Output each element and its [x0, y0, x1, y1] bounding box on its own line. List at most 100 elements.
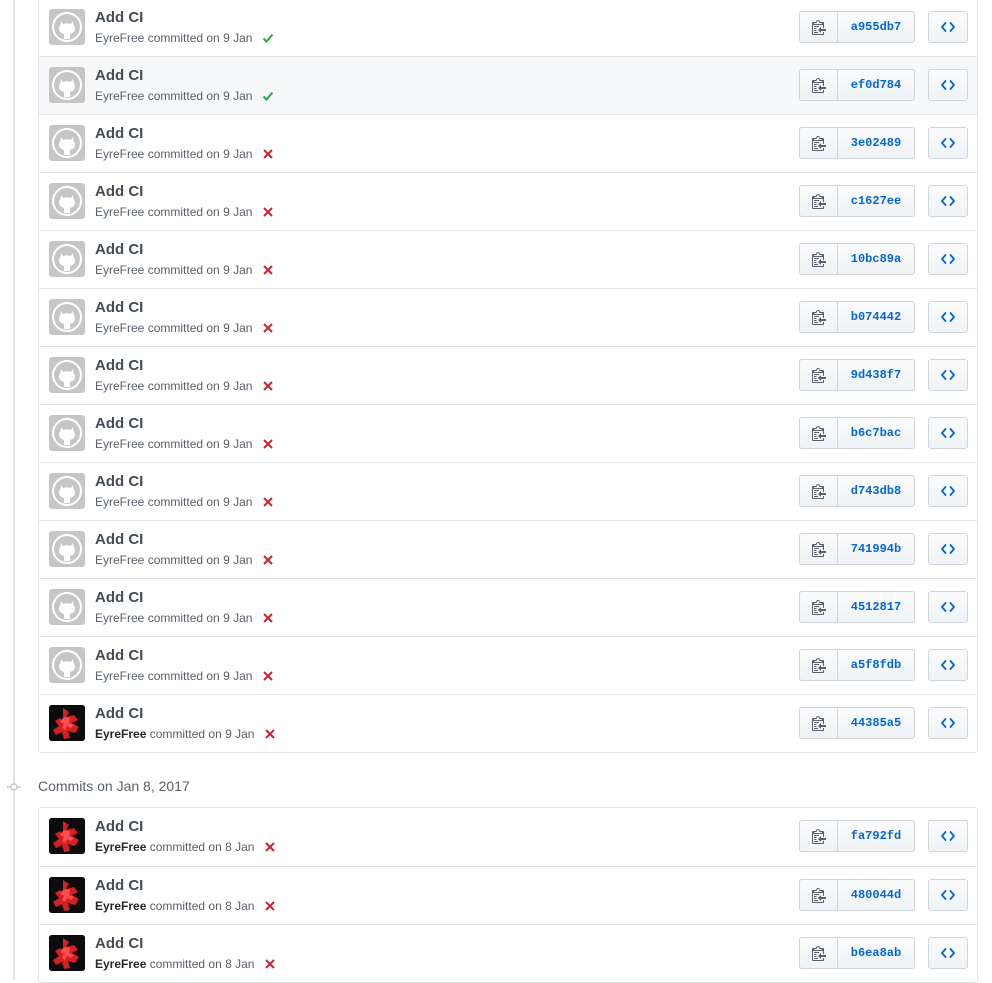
commit-sha-link[interactable]: 9d438f7 [838, 360, 914, 390]
commit-title[interactable]: Add CI [95, 589, 143, 606]
status-icon[interactable] [262, 496, 274, 508]
commit-author[interactable]: EyreFree [95, 205, 144, 219]
copy-sha-button[interactable] [800, 12, 838, 42]
commit-sha-link[interactable]: d743db8 [838, 476, 914, 506]
avatar[interactable] [49, 877, 85, 913]
copy-sha-button[interactable] [800, 302, 838, 332]
commit-sha-link[interactable]: c1627ee [838, 186, 914, 216]
browse-repo-button[interactable] [928, 359, 968, 391]
avatar[interactable] [49, 183, 85, 219]
copy-sha-button[interactable] [800, 821, 838, 851]
browse-repo-button[interactable] [928, 937, 968, 969]
commit-title[interactable]: Add CI [95, 705, 143, 722]
commit-sha-link[interactable]: b6ea8ab [838, 938, 914, 968]
commit-author[interactable]: EyreFree [95, 727, 146, 741]
status-icon[interactable] [264, 841, 276, 853]
status-icon[interactable] [264, 958, 276, 970]
copy-sha-button[interactable] [800, 186, 838, 216]
copy-sha-button[interactable] [800, 708, 838, 738]
commit-title[interactable]: Add CI [95, 415, 143, 432]
commit-sha-link[interactable]: b074442 [838, 302, 914, 332]
commit-sha-link[interactable]: 3e02489 [838, 128, 914, 158]
commit-author[interactable]: EyreFree [95, 840, 146, 854]
commit-sha-link[interactable]: a955db7 [838, 12, 914, 42]
commit-sha-link[interactable]: ef0d784 [838, 70, 914, 100]
commit-title[interactable]: Add CI [95, 877, 143, 894]
commit-sha-link[interactable]: 10bc89a [838, 244, 914, 274]
commit-title[interactable]: Add CI [95, 531, 143, 548]
status-icon[interactable] [264, 728, 276, 740]
avatar[interactable] [49, 705, 85, 741]
browse-repo-button[interactable] [928, 649, 968, 681]
commit-title[interactable]: Add CI [95, 183, 143, 200]
avatar[interactable] [49, 357, 85, 393]
browse-repo-button[interactable] [928, 475, 968, 507]
commit-title[interactable]: Add CI [95, 241, 143, 258]
commit-title[interactable]: Add CI [95, 67, 143, 84]
browse-repo-button[interactable] [928, 69, 968, 101]
commit-author[interactable]: EyreFree [95, 437, 144, 451]
browse-repo-button[interactable] [928, 879, 968, 911]
commit-sha-link[interactable]: fa792fd [838, 821, 914, 851]
status-icon[interactable] [262, 554, 274, 566]
commit-title[interactable]: Add CI [95, 357, 143, 374]
avatar[interactable] [49, 935, 85, 971]
commit-author[interactable]: EyreFree [95, 147, 144, 161]
commit-title[interactable]: Add CI [95, 125, 143, 142]
commit-author[interactable]: EyreFree [95, 379, 144, 393]
avatar[interactable] [49, 415, 85, 451]
avatar[interactable] [49, 241, 85, 277]
copy-sha-button[interactable] [800, 418, 838, 448]
commit-sha-link[interactable]: b6c7bac [838, 418, 914, 448]
commit-title[interactable]: Add CI [95, 647, 143, 664]
status-icon[interactable] [262, 206, 274, 218]
commit-title[interactable]: Add CI [95, 935, 143, 952]
commit-author[interactable]: EyreFree [95, 553, 144, 567]
avatar[interactable] [49, 473, 85, 509]
status-icon[interactable] [262, 670, 274, 682]
commit-sha-link[interactable]: 480044d [838, 880, 914, 910]
browse-repo-button[interactable] [928, 185, 968, 217]
status-icon[interactable] [262, 90, 274, 102]
copy-sha-button[interactable] [800, 244, 838, 274]
avatar[interactable] [49, 818, 85, 854]
commit-author[interactable]: EyreFree [95, 611, 144, 625]
browse-repo-button[interactable] [928, 127, 968, 159]
commit-author[interactable]: EyreFree [95, 495, 144, 509]
copy-sha-button[interactable] [800, 650, 838, 680]
copy-sha-button[interactable] [800, 880, 838, 910]
avatar[interactable] [49, 589, 85, 625]
browse-repo-button[interactable] [928, 820, 968, 852]
avatar[interactable] [49, 647, 85, 683]
commit-author[interactable]: EyreFree [95, 669, 144, 683]
avatar[interactable] [49, 9, 85, 45]
commit-author[interactable]: EyreFree [95, 321, 144, 335]
avatar[interactable] [49, 67, 85, 103]
browse-repo-button[interactable] [928, 11, 968, 43]
status-icon[interactable] [262, 612, 274, 624]
browse-repo-button[interactable] [928, 707, 968, 739]
commit-sha-link[interactable]: 741994b [838, 534, 914, 564]
commit-title[interactable]: Add CI [95, 299, 143, 316]
commit-author[interactable]: EyreFree [95, 263, 144, 277]
copy-sha-button[interactable] [800, 938, 838, 968]
copy-sha-button[interactable] [800, 592, 838, 622]
browse-repo-button[interactable] [928, 301, 968, 333]
status-icon[interactable] [262, 264, 274, 276]
avatar[interactable] [49, 299, 85, 335]
status-icon[interactable] [262, 148, 274, 160]
commit-author[interactable]: EyreFree [95, 31, 144, 45]
browse-repo-button[interactable] [928, 417, 968, 449]
commit-sha-link[interactable]: 44385a5 [838, 708, 914, 738]
browse-repo-button[interactable] [928, 243, 968, 275]
status-icon[interactable] [262, 32, 274, 44]
commit-title[interactable]: Add CI [95, 9, 143, 26]
browse-repo-button[interactable] [928, 533, 968, 565]
commit-sha-link[interactable]: a5f8fdb [838, 650, 914, 680]
status-icon[interactable] [264, 900, 276, 912]
copy-sha-button[interactable] [800, 360, 838, 390]
status-icon[interactable] [262, 380, 274, 392]
commit-author[interactable]: EyreFree [95, 957, 146, 971]
commit-author[interactable]: EyreFree [95, 89, 144, 103]
browse-repo-button[interactable] [928, 591, 968, 623]
